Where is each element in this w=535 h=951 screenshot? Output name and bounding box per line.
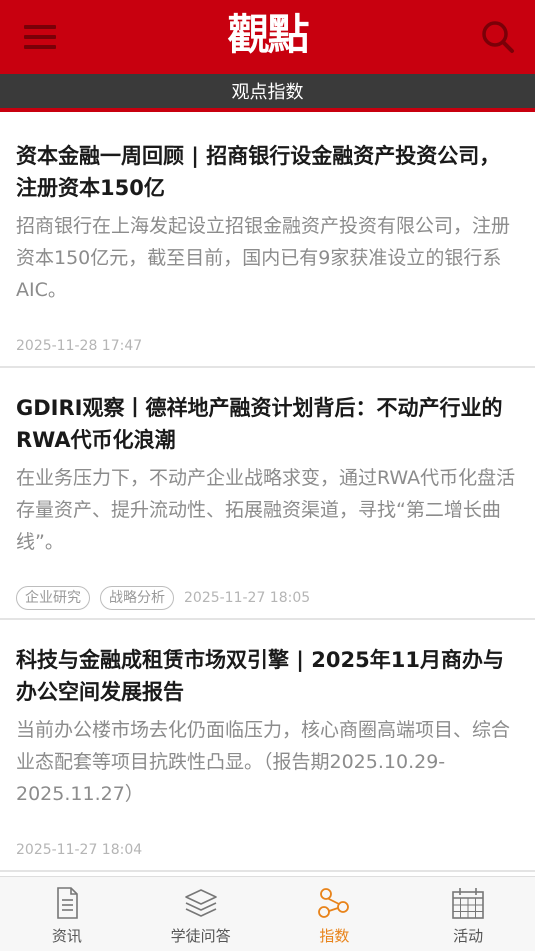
- article-item[interactable]: 科技与金融成租赁市场双引擎 | 2025年11月商办与办公空间发展报告 当前办公…: [0, 620, 535, 872]
- article-summary: 在业务压力下，不动产企业战略求变，通过RWA代币化盘活存量资产、提升流动性、拓展…: [16, 467, 516, 553]
- page-title: 观点指数: [231, 82, 304, 103]
- article-meta: 2025-11-27 18:04: [16, 830, 519, 870]
- article-time: 2025-11-27 18:05: [184, 590, 311, 606]
- article-tag[interactable]: 战略分析: [100, 586, 174, 610]
- tab-events[interactable]: 活动: [401, 877, 535, 951]
- article-meta: 企业研究 战略分析 2025-11-27 18:05: [16, 578, 519, 618]
- article-time: 2025-11-28 17:47: [16, 338, 143, 354]
- section-header: 观点指数: [0, 74, 535, 112]
- tab-label: 活动: [453, 927, 484, 945]
- search-icon[interactable]: [481, 20, 515, 54]
- article-title[interactable]: 资本金融一周回顾 | 招商银行设金融资产投资公司，注册资本150亿: [16, 140, 519, 204]
- article-list: 资本金融一周回顾 | 招商银行设金融资产投资公司，注册资本150亿 招商银行在上…: [0, 116, 535, 876]
- article-meta: 2025-11-28 17:47: [16, 326, 519, 366]
- tab-qa[interactable]: 学徒问答: [134, 877, 268, 951]
- article-title[interactable]: 科技与金融成租赁市场双引擎 | 2025年11月商办与办公空间发展报告: [16, 644, 519, 708]
- bottom-tab-bar: 资讯 学徒问答 指数 活动: [0, 876, 535, 951]
- article-title[interactable]: GDIRI观察丨德祥地产融资计划背后：不动产行业的RWA代币化浪潮: [16, 392, 519, 456]
- tab-label: 学徒问答: [170, 927, 231, 945]
- layers-icon: [184, 889, 217, 917]
- document-icon: [57, 887, 78, 919]
- app-header: 觀點: [0, 0, 535, 74]
- article-item[interactable]: GDIRI观察丨德祥地产融资计划背后：不动产行业的RWA代币化浪潮 在业务压力下…: [0, 368, 535, 620]
- article-time: 2025-11-27 18:04: [16, 842, 143, 858]
- article-summary: 当前办公楼市场去化仍面临压力，核心商圈高端项目、综合业态配套等项目抗跌性凸显。（…: [16, 719, 511, 805]
- app-logo: 觀點: [227, 10, 309, 59]
- tab-news[interactable]: 资讯: [0, 877, 134, 951]
- article-item[interactable]: 资本金融一周回顾 | 招商银行设金融资产投资公司，注册资本150亿 招商银行在上…: [0, 116, 535, 368]
- network-icon: [318, 888, 350, 918]
- tab-label: 指数: [319, 927, 350, 945]
- tab-index[interactable]: 指数: [268, 877, 402, 951]
- article-summary: 招商银行在上海发起设立招银金融资产投资有限公司，注册资本150亿元，截至目前，国…: [16, 215, 511, 301]
- tab-label: 资讯: [51, 927, 82, 945]
- article-tag[interactable]: 企业研究: [16, 586, 90, 610]
- calendar-icon: [452, 888, 484, 919]
